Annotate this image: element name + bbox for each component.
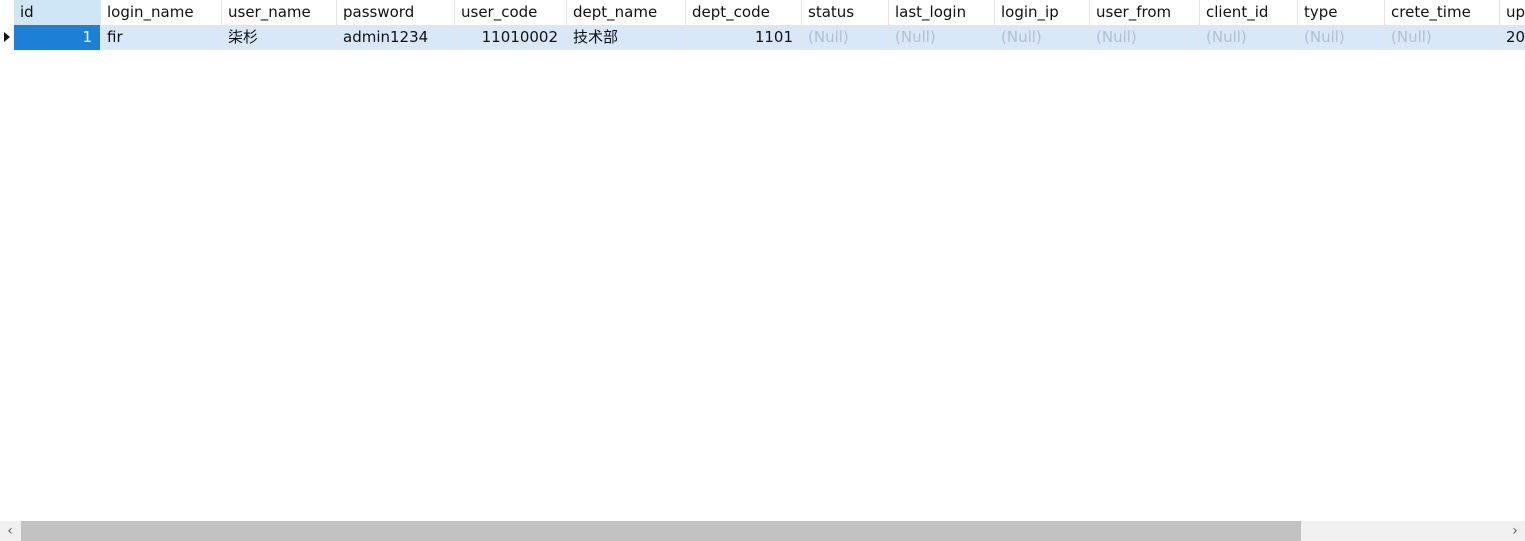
cell-client-id[interactable]: (Null) (1200, 25, 1298, 50)
column-header-up[interactable]: up (1500, 0, 1525, 25)
column-header-last-login[interactable]: last_login (889, 0, 995, 25)
cell-dept-name[interactable]: 技术部 (567, 25, 686, 50)
cell-user-code[interactable]: 11010002 (455, 25, 567, 50)
column-header-type[interactable]: type (1298, 0, 1385, 25)
cell-crete-time[interactable]: (Null) (1385, 25, 1500, 50)
column-header-user-code[interactable]: user_code (455, 0, 567, 25)
cell-last-login[interactable]: (Null) (889, 25, 995, 50)
column-header-row: id login_name user_name password user_co… (0, 0, 1525, 25)
scroll-right-arrow-icon[interactable]: › (1505, 521, 1525, 541)
cell-user-name[interactable]: 柒杉 (222, 25, 337, 50)
column-header-login-ip[interactable]: login_ip (995, 0, 1090, 25)
current-row-arrow-icon (4, 32, 10, 42)
cell-dept-code[interactable]: 1101 (686, 25, 802, 50)
horizontal-scrollbar[interactable]: ‹ › (0, 521, 1525, 541)
column-header-login-name[interactable]: login_name (101, 0, 222, 25)
column-header-crete-time[interactable]: crete_time (1385, 0, 1500, 25)
column-header-user-name[interactable]: user_name (222, 0, 337, 25)
column-header-client-id[interactable]: client_id (1200, 0, 1298, 25)
cell-type[interactable]: (Null) (1298, 25, 1385, 50)
column-header-password[interactable]: password (337, 0, 455, 25)
column-header-dept-code[interactable]: dept_code (686, 0, 802, 25)
cell-status[interactable]: (Null) (802, 25, 889, 50)
column-header-id[interactable]: id (14, 0, 101, 25)
cell-id[interactable]: 1 (14, 25, 101, 50)
scroll-left-arrow-icon[interactable]: ‹ (0, 521, 20, 541)
column-header-status[interactable]: status (802, 0, 889, 25)
cell-login-name[interactable]: fir (101, 25, 222, 50)
row-indicator[interactable] (0, 25, 14, 50)
cell-user-from[interactable]: (Null) (1090, 25, 1200, 50)
scrollbar-thumb[interactable] (21, 521, 1301, 541)
table-row[interactable]: 1 fir 柒杉 admin1234 11010002 技术部 1101 (Nu… (0, 25, 1525, 50)
data-grid[interactable]: id login_name user_name password user_co… (0, 0, 1525, 541)
column-header-dept-name[interactable]: dept_name (567, 0, 686, 25)
header-row-indicator (0, 0, 14, 25)
column-header-user-from[interactable]: user_from (1090, 0, 1200, 25)
cell-password[interactable]: admin1234 (337, 25, 455, 50)
cell-up[interactable]: 20 (1500, 25, 1525, 50)
cell-login-ip[interactable]: (Null) (995, 25, 1090, 50)
